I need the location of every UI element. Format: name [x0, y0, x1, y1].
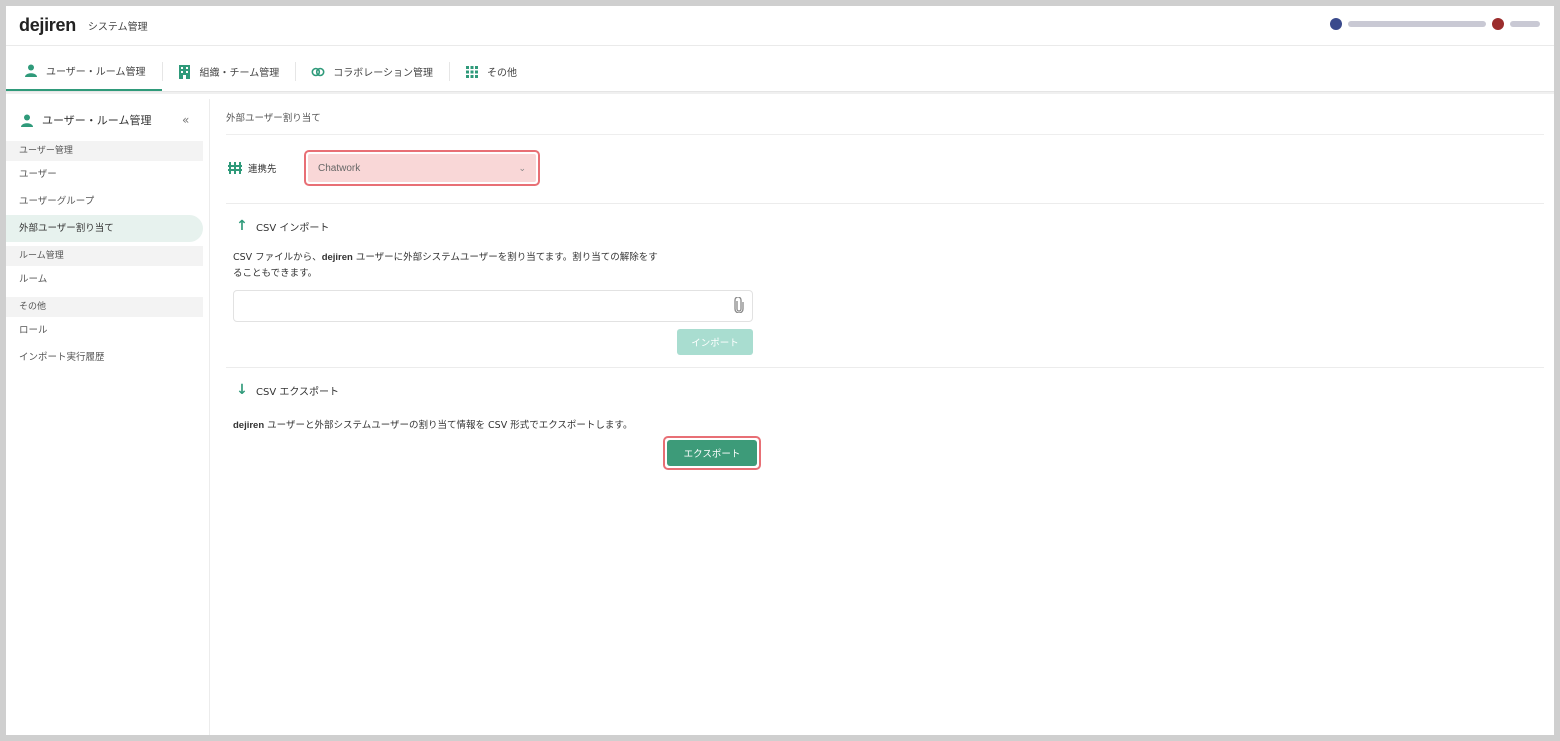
divider — [226, 367, 1544, 368]
export-button-highlight: エクスポート — [663, 436, 761, 470]
user-icon — [20, 113, 34, 127]
user-menu[interactable] — [1330, 18, 1540, 30]
import-button-row: インポート — [226, 329, 753, 355]
link-icon — [311, 65, 325, 79]
paperclip-icon[interactable] — [734, 296, 744, 317]
app-window: dejiren システム管理 ユーザー・ルーム管理 組織・チーム管理 コラボレー… — [6, 6, 1554, 735]
tab-label: ユーザー・ルーム管理 — [46, 67, 146, 78]
grid-icon — [465, 65, 479, 79]
sidebar-item-user-groups[interactable]: ユーザーグループ — [6, 188, 203, 215]
breadcrumb: 外部ユーザー割り当て — [226, 99, 1544, 135]
app-subtitle: システム管理 — [87, 22, 148, 33]
user-name-blurred — [1510, 21, 1540, 27]
building-icon — [178, 64, 192, 79]
link-target-highlight: Chatwork ⌄ — [304, 150, 540, 186]
sidebar-item-rooms[interactable]: ルーム — [6, 266, 203, 293]
export-desc-text: ユーザーと外部システムユーザーの割り当て情報を CSV 形式でエクスポートします… — [264, 420, 633, 431]
import-desc-text: ユーザーに外部システムユーザーを割り当てます。割り当ての解除をす — [352, 252, 658, 263]
sidebar-item-external-user-assign[interactable]: 外部ユーザー割り当て — [6, 215, 203, 242]
collapse-sidebar-icon[interactable]: « — [182, 113, 189, 127]
tab-collaboration[interactable]: コラボレーション管理 — [295, 52, 449, 91]
sidebar-section-other: その他 — [6, 297, 203, 317]
sidebar-header: ユーザー・ルーム管理 « — [6, 99, 209, 141]
tab-user-room[interactable]: ユーザー・ルーム管理 — [6, 52, 162, 91]
tab-label: 組織・チーム管理 — [199, 68, 280, 79]
export-button-row: エクスポート — [226, 436, 761, 470]
main-tabs: ユーザー・ルーム管理 組織・チーム管理 コラボレーション管理 その他 — [6, 52, 1554, 92]
sidebar: ユーザー・ルーム管理 « ユーザー管理 ユーザー ユーザーグループ 外部ユーザー… — [6, 99, 210, 735]
csv-export-heading: ↓ CSV エクスポート — [236, 382, 1544, 398]
csv-export-description: dejiren ユーザーと外部システムユーザーの割り当て情報を CSV 形式でエ… — [233, 418, 793, 434]
link-target-value: Chatwork — [318, 162, 361, 174]
integration-icon — [228, 162, 242, 174]
sidebar-item-roles[interactable]: ロール — [6, 317, 203, 344]
arrow-down-icon: ↓ — [236, 382, 248, 398]
export-desc-brand: dejiren — [233, 420, 265, 431]
csv-import-heading: ↑ CSV インポート — [236, 218, 1544, 234]
org-avatar — [1330, 18, 1342, 30]
chevron-down-icon: ⌄ — [518, 162, 526, 173]
link-target-row: 連携先 Chatwork ⌄ — [226, 150, 1544, 186]
top-header: dejiren システム管理 — [6, 6, 1554, 46]
main-content: 外部ユーザー割り当て 連携先 Chatwork ⌄ ↑ CSV インポート CS… — [226, 99, 1544, 735]
import-desc-brand: dejiren — [321, 252, 353, 263]
sidebar-item-users[interactable]: ユーザー — [6, 161, 203, 188]
divider — [226, 203, 1544, 204]
tab-label: コラボレーション管理 — [333, 68, 434, 79]
csv-file-input[interactable] — [233, 290, 753, 322]
sidebar-section-room: ルーム管理 — [6, 246, 203, 266]
import-button[interactable]: インポート — [677, 329, 753, 355]
sidebar-section-user: ユーザー管理 — [6, 141, 203, 161]
csv-import-description: CSV ファイルから、dejiren ユーザーに外部システムユーザーを割り当てま… — [233, 250, 753, 282]
user-avatar — [1492, 18, 1504, 30]
org-name-blurred — [1348, 21, 1486, 27]
csv-export-title: CSV エクスポート — [256, 386, 340, 398]
link-target-select[interactable]: Chatwork ⌄ — [308, 154, 536, 182]
user-icon — [24, 64, 38, 78]
sidebar-title: ユーザー・ルーム管理 — [42, 114, 152, 127]
import-desc-text: ることもできます。 — [233, 268, 318, 279]
tab-other[interactable]: その他 — [449, 52, 533, 91]
csv-import-title: CSV インポート — [256, 222, 330, 234]
tab-organization[interactable]: 組織・チーム管理 — [161, 52, 296, 91]
app-logo[interactable]: dejiren — [19, 15, 76, 36]
tab-label: その他 — [487, 68, 518, 79]
arrow-up-icon: ↑ — [236, 218, 248, 234]
link-target-label: 連携先 — [248, 164, 277, 175]
import-desc-text: CSV ファイルから、 — [233, 252, 322, 263]
export-button[interactable]: エクスポート — [667, 440, 757, 466]
sidebar-item-import-history[interactable]: インポート実行履歴 — [6, 344, 203, 371]
